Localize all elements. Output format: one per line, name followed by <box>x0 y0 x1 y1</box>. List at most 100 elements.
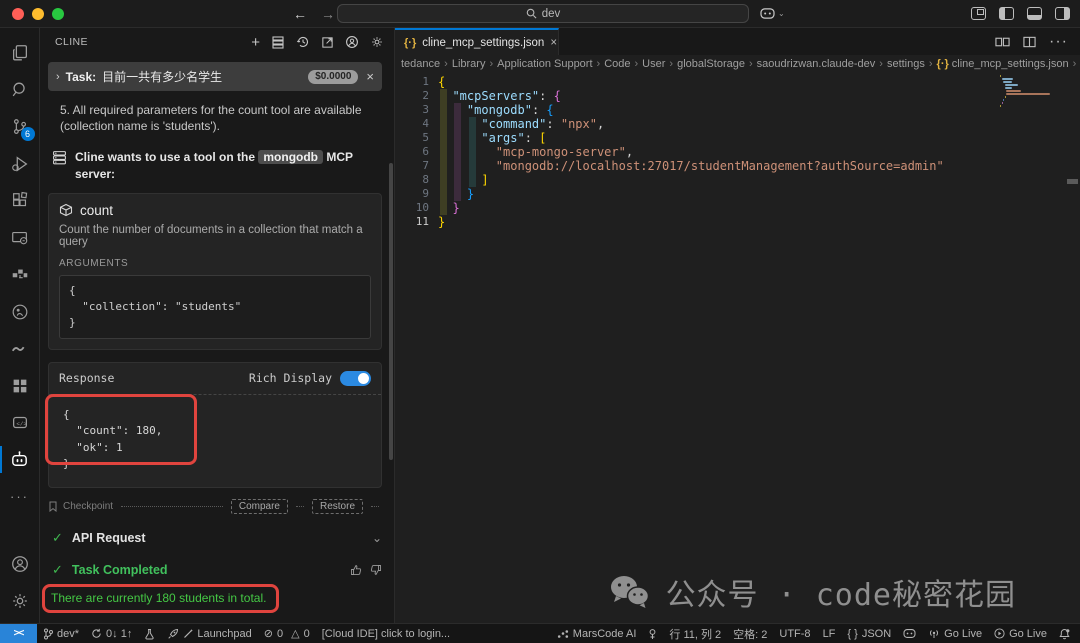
breadcrumb-item[interactable]: settings <box>887 58 925 70</box>
breadcrumb-item[interactable]: globalStorage <box>677 58 745 70</box>
chevron-down-icon[interactable]: ⌄ <box>372 531 382 545</box>
forward-arrow-icon[interactable]: → <box>321 6 335 22</box>
activity-bar: 6 </> ··· <box>0 28 40 623</box>
mcp-servers-icon[interactable] <box>271 35 285 49</box>
warning-count: 0 <box>303 627 310 640</box>
cloud-ide-login[interactable]: [Cloud IDE] click to login... <box>316 624 456 643</box>
breadcrumb-item[interactable]: saoudrizwan.claude-dev <box>757 58 876 70</box>
copilot-menu[interactable]: ⌄ <box>760 7 785 20</box>
sidebar-item-source-control[interactable]: 6 <box>0 108 40 145</box>
git-branch-item[interactable]: dev* <box>37 624 85 643</box>
json-braces-icon: {·} <box>936 57 949 70</box>
toggle-panel-icon[interactable] <box>1027 7 1042 20</box>
breadcrumb-item[interactable]: Code <box>604 58 630 70</box>
completion-result-text: There are currently 180 students in tota… <box>51 590 267 605</box>
tab-cline-mcp-settings[interactable]: {·} cline_mcp_settings.json × <box>395 28 559 55</box>
tab-label: cline_mcp_settings.json <box>422 36 545 49</box>
encoding[interactable]: UTF-8 <box>773 624 816 643</box>
plug-item[interactable] <box>642 624 663 643</box>
rich-display-label: Rich Display <box>248 371 332 386</box>
braces-icon: { } <box>847 627 858 640</box>
code-editor[interactable]: 1{2 "mcpServers": {3 "mongodb": {4 "comm… <box>395 72 1080 623</box>
split-editor-icon[interactable] <box>1023 36 1036 48</box>
account-icon[interactable] <box>345 35 359 49</box>
copilot-icon <box>903 629 916 638</box>
thumbs-up-icon[interactable] <box>350 564 362 576</box>
tool-description: Count the number of documents in a colle… <box>59 223 363 248</box>
more-actions-icon[interactable]: ··· <box>1049 33 1068 51</box>
copilot-icon <box>760 8 775 19</box>
command-center-search[interactable]: dev <box>337 4 749 23</box>
sidebar-item-search[interactable] <box>0 71 40 108</box>
code-line: 9 } <box>422 187 475 201</box>
cursor-position[interactable]: 行 11, 列 2 <box>663 624 727 643</box>
go-live-broadcast[interactable]: Go Live <box>922 624 988 643</box>
copilot-status[interactable] <box>897 624 922 643</box>
manage-button[interactable] <box>0 582 40 619</box>
bookmark-icon <box>49 501 57 512</box>
maximize-window-button[interactable] <box>52 7 64 20</box>
rich-display-toggle[interactable] <box>340 370 371 386</box>
sidebar-item-blocks-ext[interactable] <box>0 367 40 404</box>
close-tab-icon[interactable]: × <box>550 37 557 49</box>
toggle-secondary-sidebar-icon[interactable] <box>1055 7 1070 20</box>
task-label: Task: <box>65 69 97 84</box>
restore-button[interactable]: Restore <box>311 498 363 514</box>
compare-button[interactable]: Compare <box>230 498 288 514</box>
back-arrow-icon[interactable]: ← <box>293 6 307 22</box>
breadcrumb-item[interactable]: {·} cline_mcp_settings.json <box>937 58 1069 70</box>
breadcrumb-item[interactable]: Application Support <box>497 58 592 70</box>
new-task-icon[interactable]: + <box>251 34 260 51</box>
breadcrumb: tedance › Library › Application Support › Code… <box>401 57 1077 70</box>
notifications-item[interactable] <box>1053 624 1080 643</box>
language-mode[interactable]: { } JSON <box>841 624 897 643</box>
additional-views-button[interactable]: ··· <box>0 478 40 515</box>
open-changes-icon[interactable] <box>995 36 1010 48</box>
editor-scrollbar-mark[interactable] <box>1067 179 1078 184</box>
minimap[interactable] <box>1000 75 1051 108</box>
sidebar-item-wave-ext[interactable] <box>0 330 40 367</box>
beaker-item[interactable] <box>138 624 161 643</box>
history-icon[interactable] <box>296 35 310 49</box>
marscode-item[interactable]: MarsCode AI <box>551 624 643 643</box>
launchpad-item[interactable]: Launchpad <box>161 624 257 643</box>
sidebar-item-cline[interactable] <box>0 441 40 478</box>
sidebar-item-extensions[interactable] <box>0 182 40 219</box>
sidebar-item-live-share[interactable] <box>0 293 40 330</box>
toggle-primary-sidebar-icon[interactable] <box>999 7 1014 20</box>
server-name-badge: mongodb <box>258 150 324 165</box>
files-icon <box>12 44 27 60</box>
settings-gear-icon[interactable] <box>370 35 384 49</box>
api-request-label: API Request <box>71 530 146 545</box>
customize-layout-icon[interactable] <box>971 7 986 20</box>
launchpad-label: Launchpad <box>197 627 252 640</box>
eol[interactable]: LF <box>817 624 842 643</box>
sidebar-item-explorer[interactable] <box>0 34 40 71</box>
thumbs-down-icon[interactable] <box>370 564 382 576</box>
marscode-label: MarsCode AI <box>572 627 637 640</box>
sidebar-item-remote-explorer[interactable] <box>0 219 40 256</box>
sidebar-item-snippet-ext[interactable]: </> <box>0 404 40 441</box>
api-request-row[interactable]: ✓ API Request ⌄ <box>48 530 382 546</box>
remote-indicator[interactable]: >< <box>0 623 37 643</box>
breadcrumb-item[interactable]: tedance <box>401 58 440 70</box>
code-line: 1{ <box>422 75 446 89</box>
indentation[interactable]: 空格: 2 <box>727 624 773 643</box>
rocket-icon <box>168 628 179 639</box>
task-header[interactable]: › Task: 目前一共有多少名学生 $0.0000 × <box>48 62 382 91</box>
open-in-editor-icon[interactable] <box>321 36 334 49</box>
accounts-button[interactable] <box>0 545 40 582</box>
sidebar-item-run-debug[interactable] <box>0 145 40 182</box>
code-line: 2 "mcpServers": { <box>422 89 561 103</box>
blocks-icon <box>13 379 26 392</box>
breadcrumb-item[interactable]: User <box>642 58 665 70</box>
minimize-window-button[interactable] <box>32 7 44 20</box>
sync-item[interactable]: 0↓ 1↑ <box>85 624 138 643</box>
close-window-button[interactable] <box>12 7 24 20</box>
close-task-icon[interactable]: × <box>366 69 374 84</box>
sidebar-item-org[interactable] <box>0 256 40 293</box>
breadcrumb-item[interactable]: Library <box>452 58 486 70</box>
sidebar-scrollbar[interactable] <box>389 163 393 460</box>
problems-item[interactable]: ⊘ 0 △ 0 <box>258 624 316 643</box>
go-live-play[interactable]: Go Live <box>988 624 1053 643</box>
